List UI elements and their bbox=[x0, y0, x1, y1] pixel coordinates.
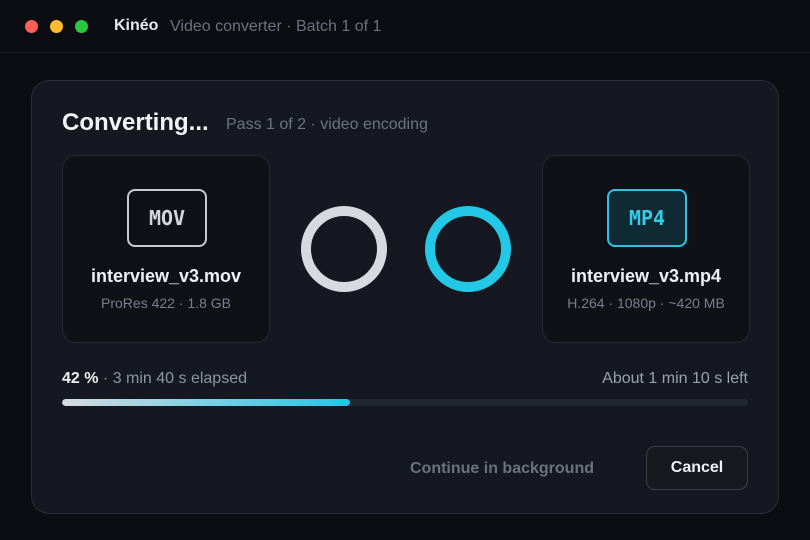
source-format-badge: MOV bbox=[127, 189, 207, 247]
destination-file-card: MP4 interview_v3.mp4 H.264 · 1080p · ~42… bbox=[542, 155, 750, 343]
conversion-dialog: Converting... Pass 1 of 2 · video encodi… bbox=[31, 80, 779, 514]
elapsed-time: · 3 min 40 s elapsed bbox=[98, 370, 247, 387]
source-file-card: MOV interview_v3.mov ProRes 422 · 1.8 GB bbox=[62, 155, 270, 343]
progress-bar bbox=[62, 399, 748, 406]
continue-in-background-button[interactable]: Continue in background bbox=[392, 447, 612, 491]
title-bar: Kinéo Video converter · Batch 1 of 1 bbox=[0, 0, 810, 53]
destination-file-meta: H.264 · 1080p · ~420 MB bbox=[567, 295, 725, 311]
dialog-title: Converting... bbox=[62, 109, 209, 136]
window-subtitle: Video converter · Batch 1 of 1 bbox=[170, 18, 382, 35]
progress-status: 42 % · 3 min 40 s elapsed bbox=[62, 370, 247, 388]
progress-percent: 42 % bbox=[62, 370, 99, 387]
source-ring-icon bbox=[301, 206, 387, 292]
minimize-window-button[interactable] bbox=[50, 20, 63, 33]
time-remaining: About 1 min 10 s left bbox=[602, 370, 748, 387]
destination-file-name: interview_v3.mp4 bbox=[570, 266, 722, 286]
converter-window: Kinéo Video converter · Batch 1 of 1 Con… bbox=[0, 0, 810, 540]
source-file-name: interview_v3.mov bbox=[90, 266, 242, 286]
app-name: Kinéo bbox=[114, 17, 159, 34]
pass-status: Pass 1 of 2 · video encoding bbox=[226, 116, 428, 133]
destination-ring-icon bbox=[425, 206, 511, 292]
destination-format-badge: MP4 bbox=[607, 189, 687, 247]
close-window-button[interactable] bbox=[25, 20, 38, 33]
cancel-button[interactable]: Cancel bbox=[646, 446, 748, 490]
maximize-window-button[interactable] bbox=[75, 20, 88, 33]
source-file-meta: ProRes 422 · 1.8 GB bbox=[101, 295, 231, 311]
progress-bar-fill bbox=[62, 399, 351, 406]
